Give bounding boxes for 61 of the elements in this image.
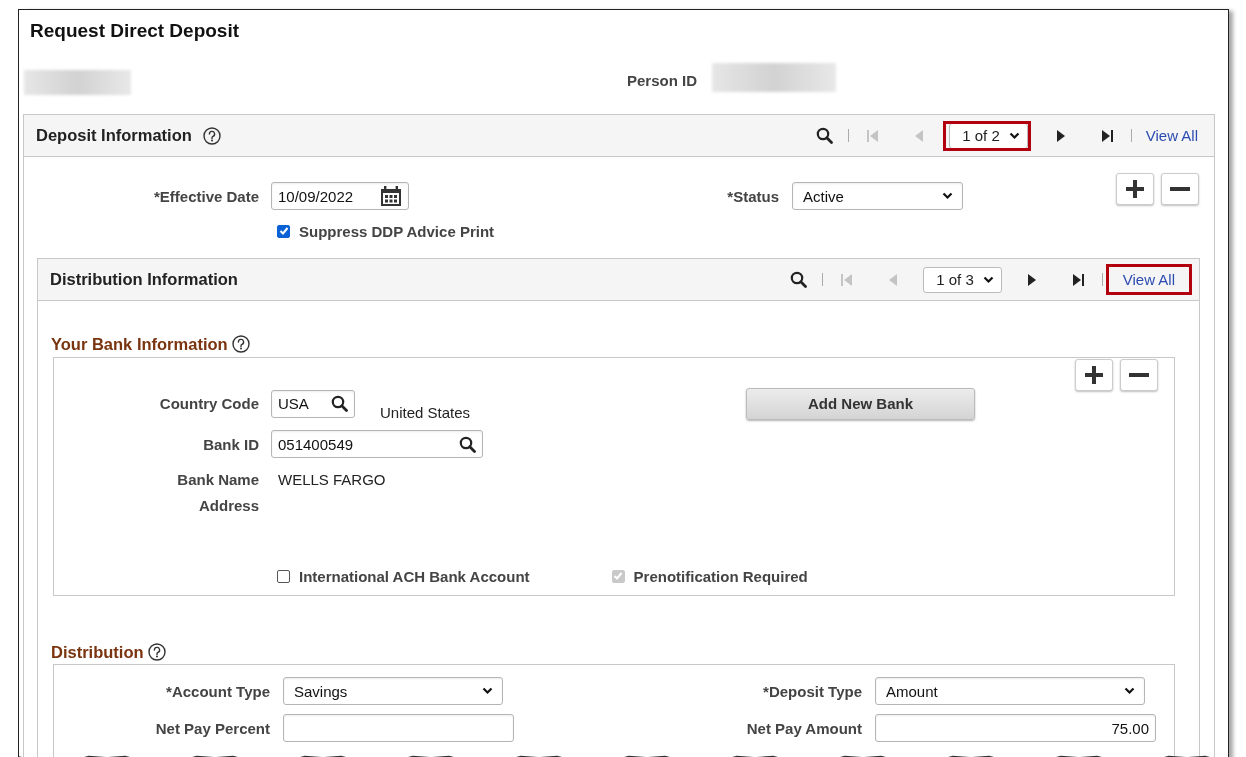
minus-icon — [1170, 187, 1190, 191]
search-icon[interactable] — [459, 435, 476, 453]
view-all-link[interactable]: View All — [1108, 267, 1189, 292]
chevron-icon — [982, 275, 994, 284]
field-label: Bank ID — [202, 435, 259, 453]
field-label: Bank Name — [176, 470, 259, 488]
net-pay-percent-field[interactable] — [283, 714, 514, 742]
panel-title: Deposit Information — [36, 126, 192, 145]
next-icon[interactable] — [1026, 272, 1037, 287]
field-label: *Account Type — [165, 682, 270, 700]
last-page-icon[interactable] — [1070, 272, 1085, 287]
field-label: Net Pay Percent — [154, 719, 270, 737]
field-label: *Status — [726, 187, 779, 205]
status-select[interactable]: Active — [792, 182, 963, 210]
field-label: *Deposit Type — [762, 682, 862, 700]
delete-row-button[interactable] — [1161, 173, 1199, 205]
plus-icon — [1085, 366, 1103, 384]
checkbox-label: Suppress DDP Advice Print — [299, 222, 495, 240]
section-heading: Your Bank Information — [51, 334, 228, 354]
search-icon[interactable] — [815, 127, 833, 144]
checkbox-label: International ACH Bank Account — [299, 567, 530, 585]
add-row-button[interactable] — [1075, 359, 1113, 391]
add-new-bank-button[interactable]: Add New Bank — [746, 387, 975, 420]
search-icon[interactable] — [331, 395, 348, 412]
help-icon[interactable] — [202, 126, 221, 145]
effective-date-field[interactable]: 10/09/2022 — [271, 182, 409, 210]
page-select[interactable]: 1 of 3 — [923, 266, 1002, 293]
field-label: *Effective Date — [152, 187, 259, 205]
field-label: Person ID — [627, 71, 698, 89]
country-code-field[interactable]: USA — [271, 389, 355, 418]
field-label: Address — [197, 496, 259, 514]
help-icon[interactable] — [147, 643, 166, 661]
page-select[interactable]: 1 of 2 — [949, 122, 1028, 149]
search-icon[interactable] — [789, 271, 807, 288]
chevron-icon — [1008, 131, 1020, 140]
country-name: United States — [380, 404, 472, 421]
chevron-icon — [1124, 687, 1135, 695]
bank-name-value: WELLS FARGO — [278, 470, 386, 488]
checkbox-label: Prenotification Required — [633, 567, 808, 585]
checkbox[interactable] — [277, 569, 290, 583]
account-type-select[interactable]: Savings — [283, 677, 503, 705]
calendar-icon[interactable] — [380, 186, 402, 206]
bank-id-field[interactable]: 051400549 — [271, 430, 483, 458]
view-all-link[interactable]: View All — [1145, 127, 1198, 144]
plus-icon — [1126, 180, 1144, 198]
deposit-type-select[interactable]: Amount — [875, 677, 1145, 705]
add-row-button[interactable] — [1116, 173, 1154, 205]
chevron-icon — [482, 687, 493, 695]
field-label: Net Pay Amount — [745, 719, 862, 737]
net-pay-amount-field[interactable]: 75.00 — [875, 714, 1156, 742]
field-label: Country Code — [158, 395, 259, 412]
checkbox[interactable] — [277, 224, 290, 238]
help-icon[interactable] — [231, 335, 250, 353]
delete-row-button[interactable] — [1120, 359, 1158, 391]
chevron-icon — [942, 192, 953, 200]
section-heading: Distribution — [51, 642, 144, 662]
next-icon[interactable] — [1055, 128, 1066, 143]
page-title: Request Direct Deposit — [30, 20, 241, 42]
panel-title: Distribution Information — [50, 270, 238, 289]
last-page-icon[interactable] — [1099, 128, 1114, 143]
minus-icon — [1129, 373, 1149, 377]
